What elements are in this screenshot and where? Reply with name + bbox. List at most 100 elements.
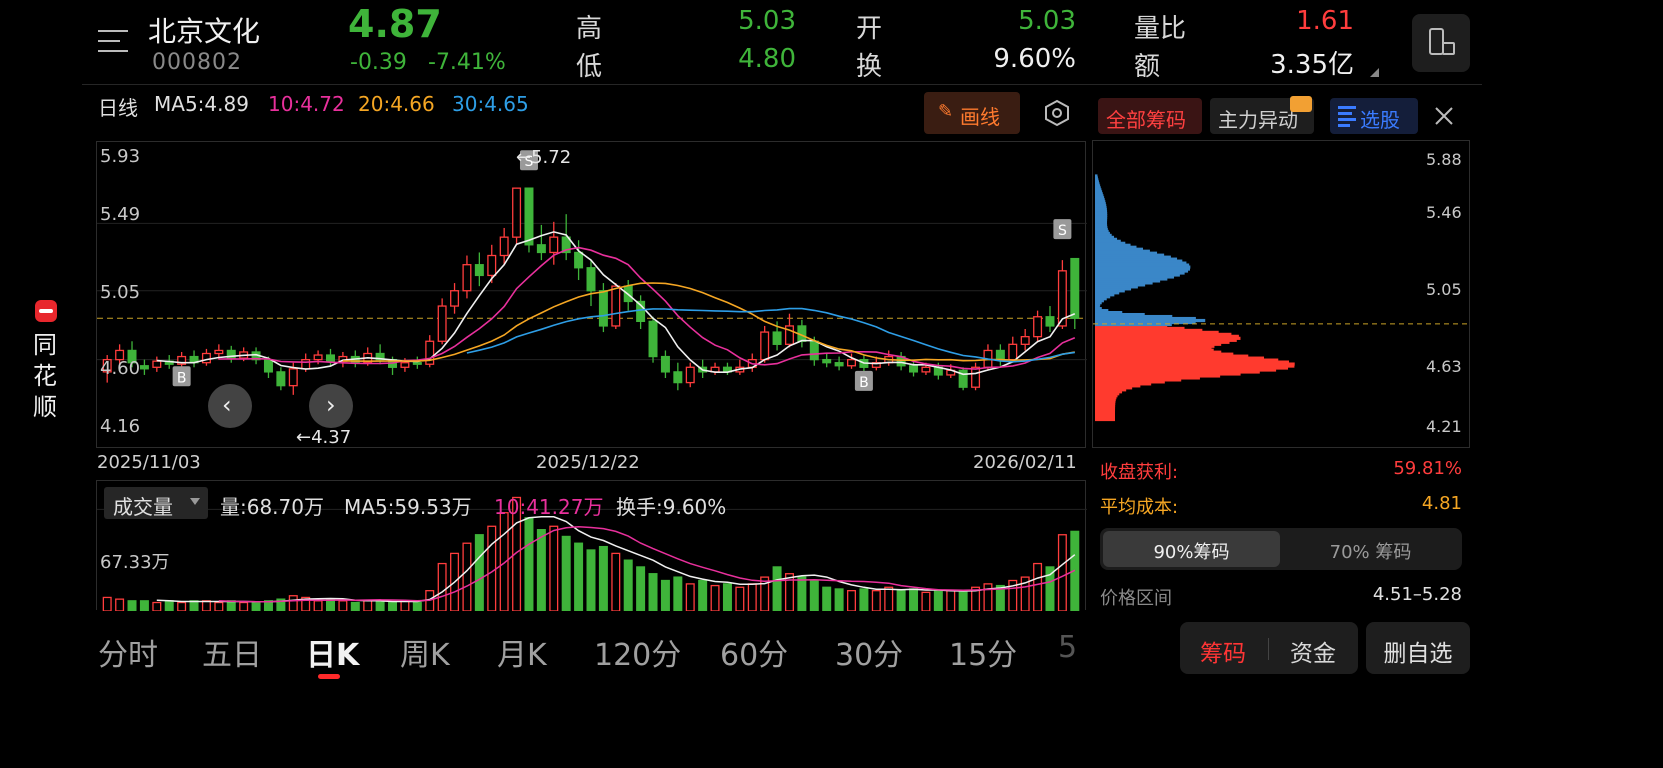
volume-bar [152,601,162,611]
price-change: -0.39 [350,50,407,75]
candle [1070,257,1080,319]
volume-bar [288,595,298,611]
high-label: 高 [576,14,603,44]
scroll-left-button[interactable]: ‹ [208,384,252,428]
low-value: 4.80 [738,44,796,74]
candle [971,366,981,388]
min-price-annotation: ←4.37 [296,427,352,448]
volume-bar [884,586,894,611]
tab-60-min[interactable]: 60分 [720,630,788,674]
tab-monthly-k[interactable]: 月K [497,630,547,674]
current-price: 4.87 [348,2,442,46]
rotate-device-icon[interactable] [1412,14,1470,72]
candle [995,349,1005,361]
ma20-value: 20:4.66 [358,92,435,116]
chips-button[interactable]: 筹码 [1200,634,1246,668]
app-brand: 同花顺 [33,331,57,421]
stock-pick-label: 选股 [1360,108,1400,132]
volume-bar [127,600,137,611]
volume-bar [735,586,745,611]
remove-watchlist-label: 删自选 [1383,641,1453,667]
remove-watchlist-button[interactable]: 删自选 [1366,622,1470,674]
volume-bar [251,601,261,611]
volume-bar [574,542,584,611]
volume-bar [189,600,199,611]
volume-ma10-line [218,526,1076,603]
app-logo-icon[interactable] [35,300,57,322]
signal-marker-b: B [854,370,873,391]
volume-turnover: 换手:9.60% [616,495,727,519]
candle [288,368,298,387]
stock-name: 北京文化 [148,15,261,48]
candle [325,354,335,362]
candle [400,362,410,368]
stock-pick-tab[interactable]: 选股 [1330,98,1418,134]
chips-90-tab[interactable]: 90%筹码 [1103,531,1280,567]
tab-15-min[interactable]: 15分 [949,630,1017,674]
tab-120-min[interactable]: 120分 [594,630,681,674]
tab-intraday[interactable]: 分时 [98,630,158,674]
volume-bar [698,579,708,611]
volume-bar [611,552,621,611]
indicator-selector[interactable]: 成交量 [104,487,208,519]
candle [487,254,497,277]
chips-70-tab[interactable]: 70% 筹码 [1282,531,1459,567]
tab-30-min[interactable]: 30分 [835,630,903,674]
candle [412,362,422,365]
candle [462,264,472,292]
close-icon[interactable] [1430,102,1458,130]
corner-triangle-icon [1370,68,1379,77]
tab-daily-k[interactable]: 日K [306,630,359,674]
volume-bar [598,545,608,611]
volume-bar [946,590,956,611]
scroll-right-button[interactable]: › [309,384,353,428]
volume-bar [437,562,447,611]
candle [1008,343,1018,361]
all-chips-tab[interactable]: 全部筹码 [1098,98,1202,134]
volume-bar [822,586,832,611]
header-divider [82,84,1482,85]
funds-button[interactable]: 资金 [1290,634,1336,668]
turnover-value: 9.60% [993,44,1076,74]
avg-cost-label: 平均成本: [1100,497,1179,518]
volume-bar [177,601,187,611]
avg-cost-value: 4.81 [1421,493,1462,514]
signal-marker-s: S [1053,219,1072,240]
volume-bar [1033,562,1043,611]
volume-ratio-value: 1.61 [1296,6,1354,36]
volume-axis-label: 67.33万 [100,552,170,573]
chip-bar [1095,174,1098,178]
main-force-tab[interactable]: 主力异动 [1210,96,1314,134]
price-axis-label-top: 5.93 [100,146,141,167]
price-axis-label-3: 5.05 [100,282,141,303]
volume-bar [1057,534,1067,611]
candle [1045,316,1055,327]
candle [648,320,658,358]
volume-bar [201,600,211,611]
volume-bar [350,601,360,611]
amount-value: 3.35亿 [1270,50,1354,80]
volume-bar [710,584,720,611]
max-price-annotation: ←5.72 [516,147,572,168]
volume-ma5: MA5:59.53万 [344,495,472,519]
volume-bar [747,583,757,611]
profit-ratio-value: 59.81% [1393,458,1462,479]
all-chips-label: 全部筹码 [1106,108,1186,132]
chip-distribution-chart[interactable] [1092,140,1471,448]
tab-5-min[interactable]: 5 [1058,630,1077,665]
tab-weekly-k[interactable]: 周K [400,630,450,674]
candle [586,267,596,292]
menu-icon[interactable] [98,28,130,56]
date-mid: 2025/12/22 [536,452,640,473]
volume-value: 量:68.70万 [220,495,324,519]
open-value: 5.03 [1018,6,1076,36]
candle [313,354,323,361]
draw-line-button[interactable]: ✎ 画线 [924,92,1020,134]
volume-bar [983,583,993,611]
volume-bar [536,529,546,611]
signal-text: B [177,370,187,386]
tab-five-day[interactable]: 五日 [202,630,262,674]
candle [450,290,460,307]
volume-bar [772,566,782,611]
hexagon-settings-icon[interactable] [1042,98,1072,128]
